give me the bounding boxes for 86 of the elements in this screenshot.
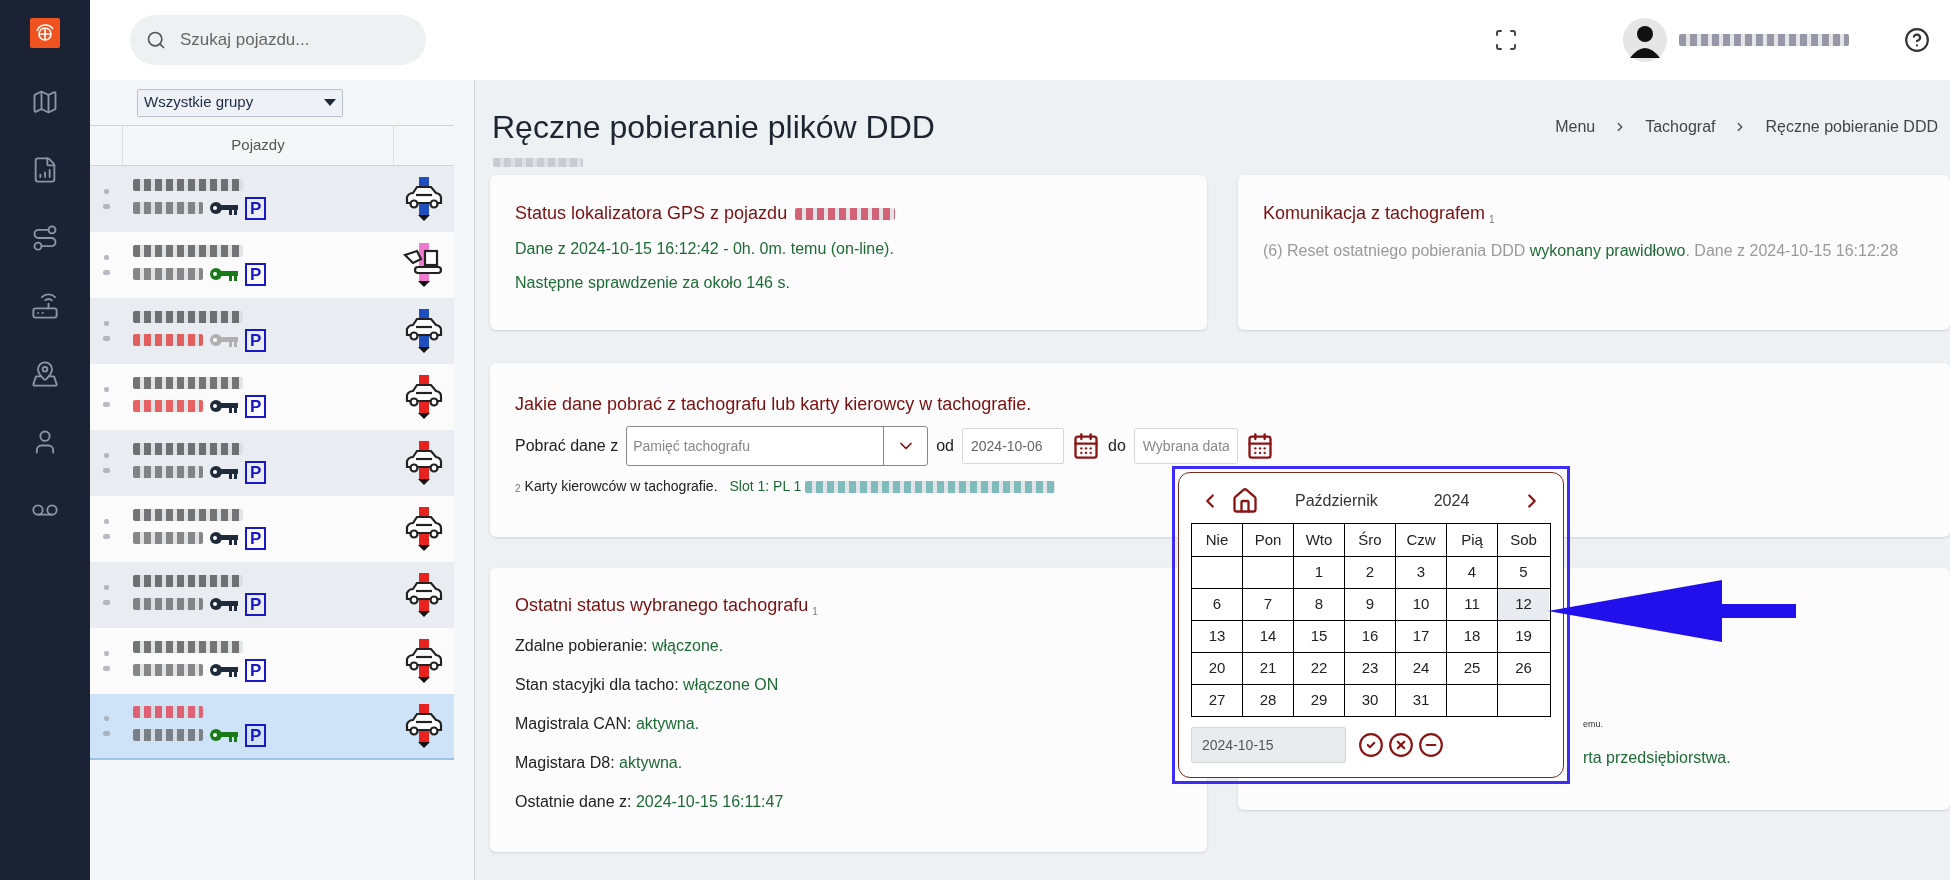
status-line: Dane z 2024-10-15 16:12:42 - 0h. 0m. temu (on-line).	[515, 239, 895, 259]
weekday-header: Wto	[1294, 524, 1345, 556]
vehicle-row[interactable]: P	[90, 496, 454, 562]
parking-badge: P	[245, 723, 267, 747]
weekday-header: Czw	[1396, 524, 1447, 556]
selected-date-field[interactable]: 2024-10-15	[1191, 727, 1346, 763]
help-icon[interactable]	[1904, 27, 1930, 53]
blurred-text	[133, 664, 203, 676]
month-label[interactable]: Październik	[1295, 489, 1378, 513]
avatar-icon[interactable]	[1623, 18, 1667, 62]
weekday-header: Sob	[1509, 529, 1538, 550]
footnote-number: 1	[812, 605, 818, 619]
blurred-text	[133, 400, 203, 412]
breadcrumb-link[interactable]: Tachograf	[1645, 115, 1716, 139]
blurred-text	[133, 466, 203, 478]
parking-badge: P	[245, 394, 267, 418]
status-line: Następne sprawdzenie za około 146 s.	[515, 273, 791, 293]
group-select[interactable]: Wszystkie grupy	[137, 88, 343, 117]
status-line: Magistrala CAN: aktywna.	[515, 714, 701, 734]
status-line: rta przedsiębiorstwa.	[1583, 747, 1732, 768]
card-title: Ostatni status wybranego tachografu	[515, 594, 809, 617]
search-field[interactable]: Szukaj pojazdu...	[130, 15, 426, 65]
blurred-text	[133, 334, 203, 346]
parking-badge: P	[245, 328, 267, 352]
nav-icon[interactable]	[31, 224, 59, 252]
field-label: Pobrać dane z	[515, 436, 619, 456]
calendar-icon[interactable]	[1072, 432, 1100, 460]
weekday-header: Pią	[1447, 524, 1498, 556]
vehicle-row[interactable]: P	[90, 298, 454, 364]
parking-badge: P	[245, 460, 267, 484]
vehicle-row[interactable]: P	[90, 232, 454, 298]
status-line: Zdalne pobieranie: włączone.	[515, 636, 725, 656]
weekday-header: Nie	[1192, 524, 1243, 556]
status-line: Magistara D8: aktywna.	[515, 753, 684, 773]
search-icon	[146, 30, 166, 50]
footnote-number: 1	[1489, 213, 1495, 227]
status-line: Stan stacyjki dla tacho: włączone ON	[515, 675, 780, 695]
vehicle-row[interactable]: P	[90, 430, 454, 496]
year-label[interactable]: 2024	[1433, 489, 1470, 513]
fullscreen-icon[interactable]	[1494, 28, 1518, 52]
field-label: do	[1108, 436, 1126, 456]
clear-icon[interactable]	[1418, 732, 1444, 758]
search-input[interactable]: Szukaj pojazdu...	[180, 27, 400, 53]
weekday-header: Śro	[1345, 524, 1396, 556]
vehicle-row[interactable]: P	[90, 628, 454, 694]
blurred-text	[133, 532, 203, 544]
column-header: Pojazdy	[231, 135, 285, 156]
page-title: Ręczne pobieranie plików DDD	[492, 108, 935, 147]
status-line: Ostatnie dane z: 2024-10-15 16:11:47	[515, 792, 785, 812]
vehicle-row[interactable]: P	[90, 694, 454, 760]
calendar-icon[interactable]	[1245, 432, 1274, 460]
blurred-text	[133, 598, 203, 610]
home-icon[interactable]	[1231, 487, 1259, 515]
footnote-number: 2	[515, 482, 521, 496]
vehicle-row[interactable]: P	[90, 562, 454, 628]
card-title: Status lokalizatora GPS z pojazdu	[515, 202, 788, 225]
day-cell[interactable]: 12	[1498, 589, 1549, 620]
field-label: od	[936, 436, 954, 456]
parking-badge: P	[245, 262, 267, 286]
blurred-text	[133, 202, 203, 214]
slot-text: Slot 1: PL 1	[729, 477, 802, 496]
parking-badge: P	[245, 196, 267, 220]
vehicle-row[interactable]: P	[90, 166, 454, 232]
dropdown-caret-icon	[324, 98, 336, 107]
nav-icon[interactable]	[31, 360, 59, 388]
parking-badge: P	[245, 526, 267, 550]
blurred-text	[133, 268, 203, 280]
card-title: Jakie dane pobrać z tachografu lub karty kierowcy w tachografie.	[515, 393, 1033, 416]
blurred-text	[133, 729, 203, 741]
confirm-icon[interactable]	[1358, 732, 1384, 758]
communication-message: (6) Reset ostatniego pobierania DDD wykonany prawidłowo. Dane z 2024-10-15 16:12:28	[1263, 241, 1900, 261]
driver-cards-label: Karty kierowców w tachografie.	[524, 477, 718, 496]
breadcrumb-link[interactable]: Menu	[1555, 115, 1596, 139]
logo-icon[interactable]	[30, 18, 60, 48]
nav-icon[interactable]	[31, 292, 59, 320]
weekday-header: Pon	[1243, 524, 1294, 556]
vehicle-row[interactable]: P	[90, 364, 454, 430]
parking-badge: P	[245, 658, 267, 682]
source-select[interactable]: Pamięć tachografu	[626, 426, 929, 466]
parking-badge: P	[245, 592, 267, 616]
nav-icon[interactable]	[31, 88, 59, 116]
date-from-field[interactable]: 2024-10-06	[962, 428, 1064, 464]
card-title: Komunikacja z tachografem	[1263, 202, 1486, 225]
status-note: emu.	[1583, 718, 1604, 731]
blurred-text	[133, 705, 203, 718]
cancel-icon[interactable]	[1388, 732, 1414, 758]
